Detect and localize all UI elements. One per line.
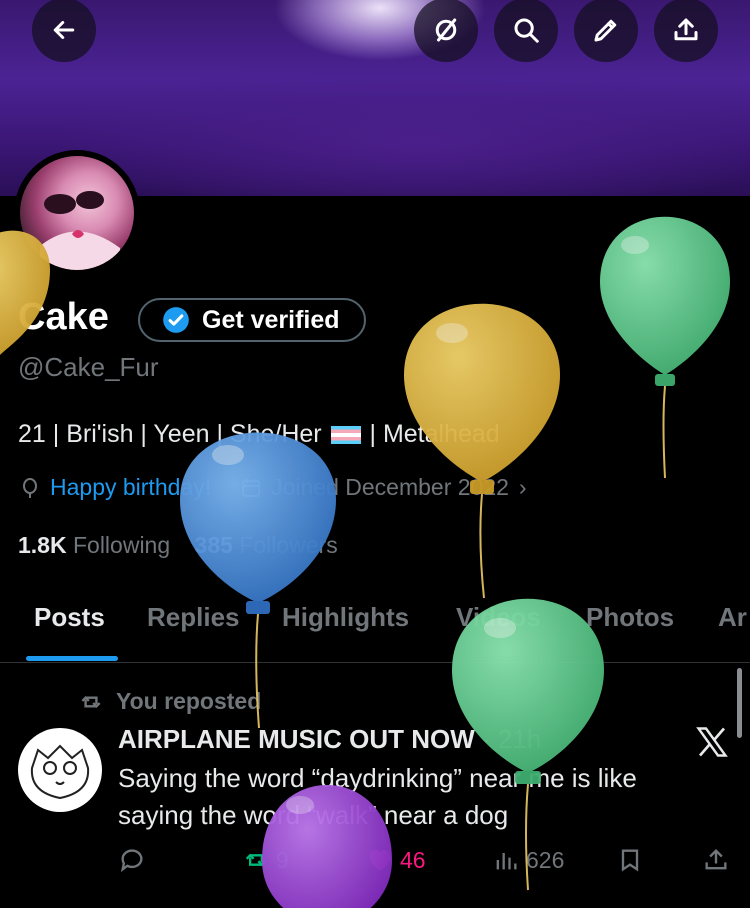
back-button[interactable]: [32, 0, 96, 62]
bookmark-icon: [621, 849, 639, 872]
profile-bio: 21 | Bri'ish | Yeen | She/Her | Metalhea…: [18, 420, 500, 449]
chevron-right-icon[interactable]: ›: [519, 474, 527, 501]
balloon-yellow-center: [404, 303, 560, 599]
follow-stats: 1.8K Following 385 Followers: [18, 532, 338, 559]
tab-replies[interactable]: Replies: [147, 602, 240, 633]
bio-text-2: | Metalhead: [369, 420, 500, 448]
tab-photos[interactable]: Photos: [586, 602, 674, 633]
balloon-icon: [23, 477, 37, 498]
views-icon: [496, 853, 517, 870]
get-verified-button[interactable]: Get verified: [138, 298, 366, 342]
profile-meta: Happy birthday! Joined December 2022 ›: [18, 474, 527, 501]
reply-icon: [120, 849, 143, 873]
joined-date: Joined December 2022: [271, 474, 509, 500]
grok-button[interactable]: [414, 0, 478, 62]
post-text: Saying the word “daydrinking” near me is…: [118, 763, 637, 830]
post-actions: 9 46 626: [0, 846, 750, 882]
post-time: · 21h: [482, 724, 542, 754]
like-count: 46: [400, 846, 426, 873]
search-button[interactable]: [494, 0, 558, 62]
get-verified-label: Get verified: [202, 305, 340, 334]
bookmark-button[interactable]: [616, 846, 644, 874]
post-author-avatar[interactable]: [18, 728, 102, 812]
share-post-button[interactable]: [702, 846, 730, 874]
share-button[interactable]: [654, 0, 718, 62]
active-tab-indicator: [26, 656, 118, 661]
like-button[interactable]: 46: [366, 846, 426, 874]
tab-articles[interactable]: Ar: [718, 602, 747, 633]
post-author-name[interactable]: AIRPLANE MUSIC OUT NOW: [118, 724, 475, 754]
arrow-left-icon: [53, 21, 75, 39]
tab-highlights[interactable]: Highlights: [282, 602, 409, 633]
repost-icon: [81, 695, 101, 708]
repost-count: 9: [276, 846, 289, 873]
view-count: 626: [526, 846, 565, 873]
profile-tabs: Posts Replies Highlights Videos Photos A…: [0, 590, 750, 663]
balloon-green-right: [600, 216, 730, 479]
repost-indicator: You reposted: [78, 688, 261, 715]
heart-icon: [369, 850, 391, 871]
post-header: AIRPLANE MUSIC OUT NOW · 21h: [118, 724, 541, 755]
scrollbar[interactable]: [737, 668, 742, 738]
followers-label: Followers: [239, 532, 338, 558]
search-icon: [514, 18, 539, 43]
share-icon: [705, 849, 727, 870]
repost-label: You reposted: [116, 688, 262, 714]
display-name: Cake: [18, 296, 109, 338]
x-logo-icon: [696, 727, 728, 757]
followers-count: 385: [194, 532, 233, 558]
reply-button[interactable]: [118, 846, 152, 874]
avatar-image: [20, 156, 134, 270]
grok-icon: [435, 18, 457, 42]
profile-handle: @Cake_Fur: [18, 352, 159, 382]
following-count: 1.8K: [18, 532, 67, 558]
bio-text: 21 | Bri'ish | Yeen | She/Her: [18, 420, 322, 448]
share-icon: [674, 18, 698, 41]
verified-badge-icon: [163, 307, 189, 333]
following-link[interactable]: 1.8K Following: [18, 532, 170, 558]
profile-avatar[interactable]: [14, 150, 140, 276]
edit-profile-button[interactable]: [574, 0, 638, 62]
followers-link[interactable]: 385 Followers: [195, 532, 338, 558]
views-button[interactable]: 626: [492, 846, 564, 874]
following-label: Following: [72, 532, 171, 558]
repost-icon: [245, 853, 267, 867]
tab-videos[interactable]: Videos: [456, 602, 541, 633]
calendar-icon: [242, 478, 261, 497]
repost-button[interactable]: 9: [242, 846, 289, 874]
trans-flag-icon: [330, 426, 361, 445]
tab-posts[interactable]: Posts: [34, 602, 105, 633]
birthday-link[interactable]: Happy birthday!: [50, 474, 211, 501]
pencil-icon: [594, 19, 617, 42]
